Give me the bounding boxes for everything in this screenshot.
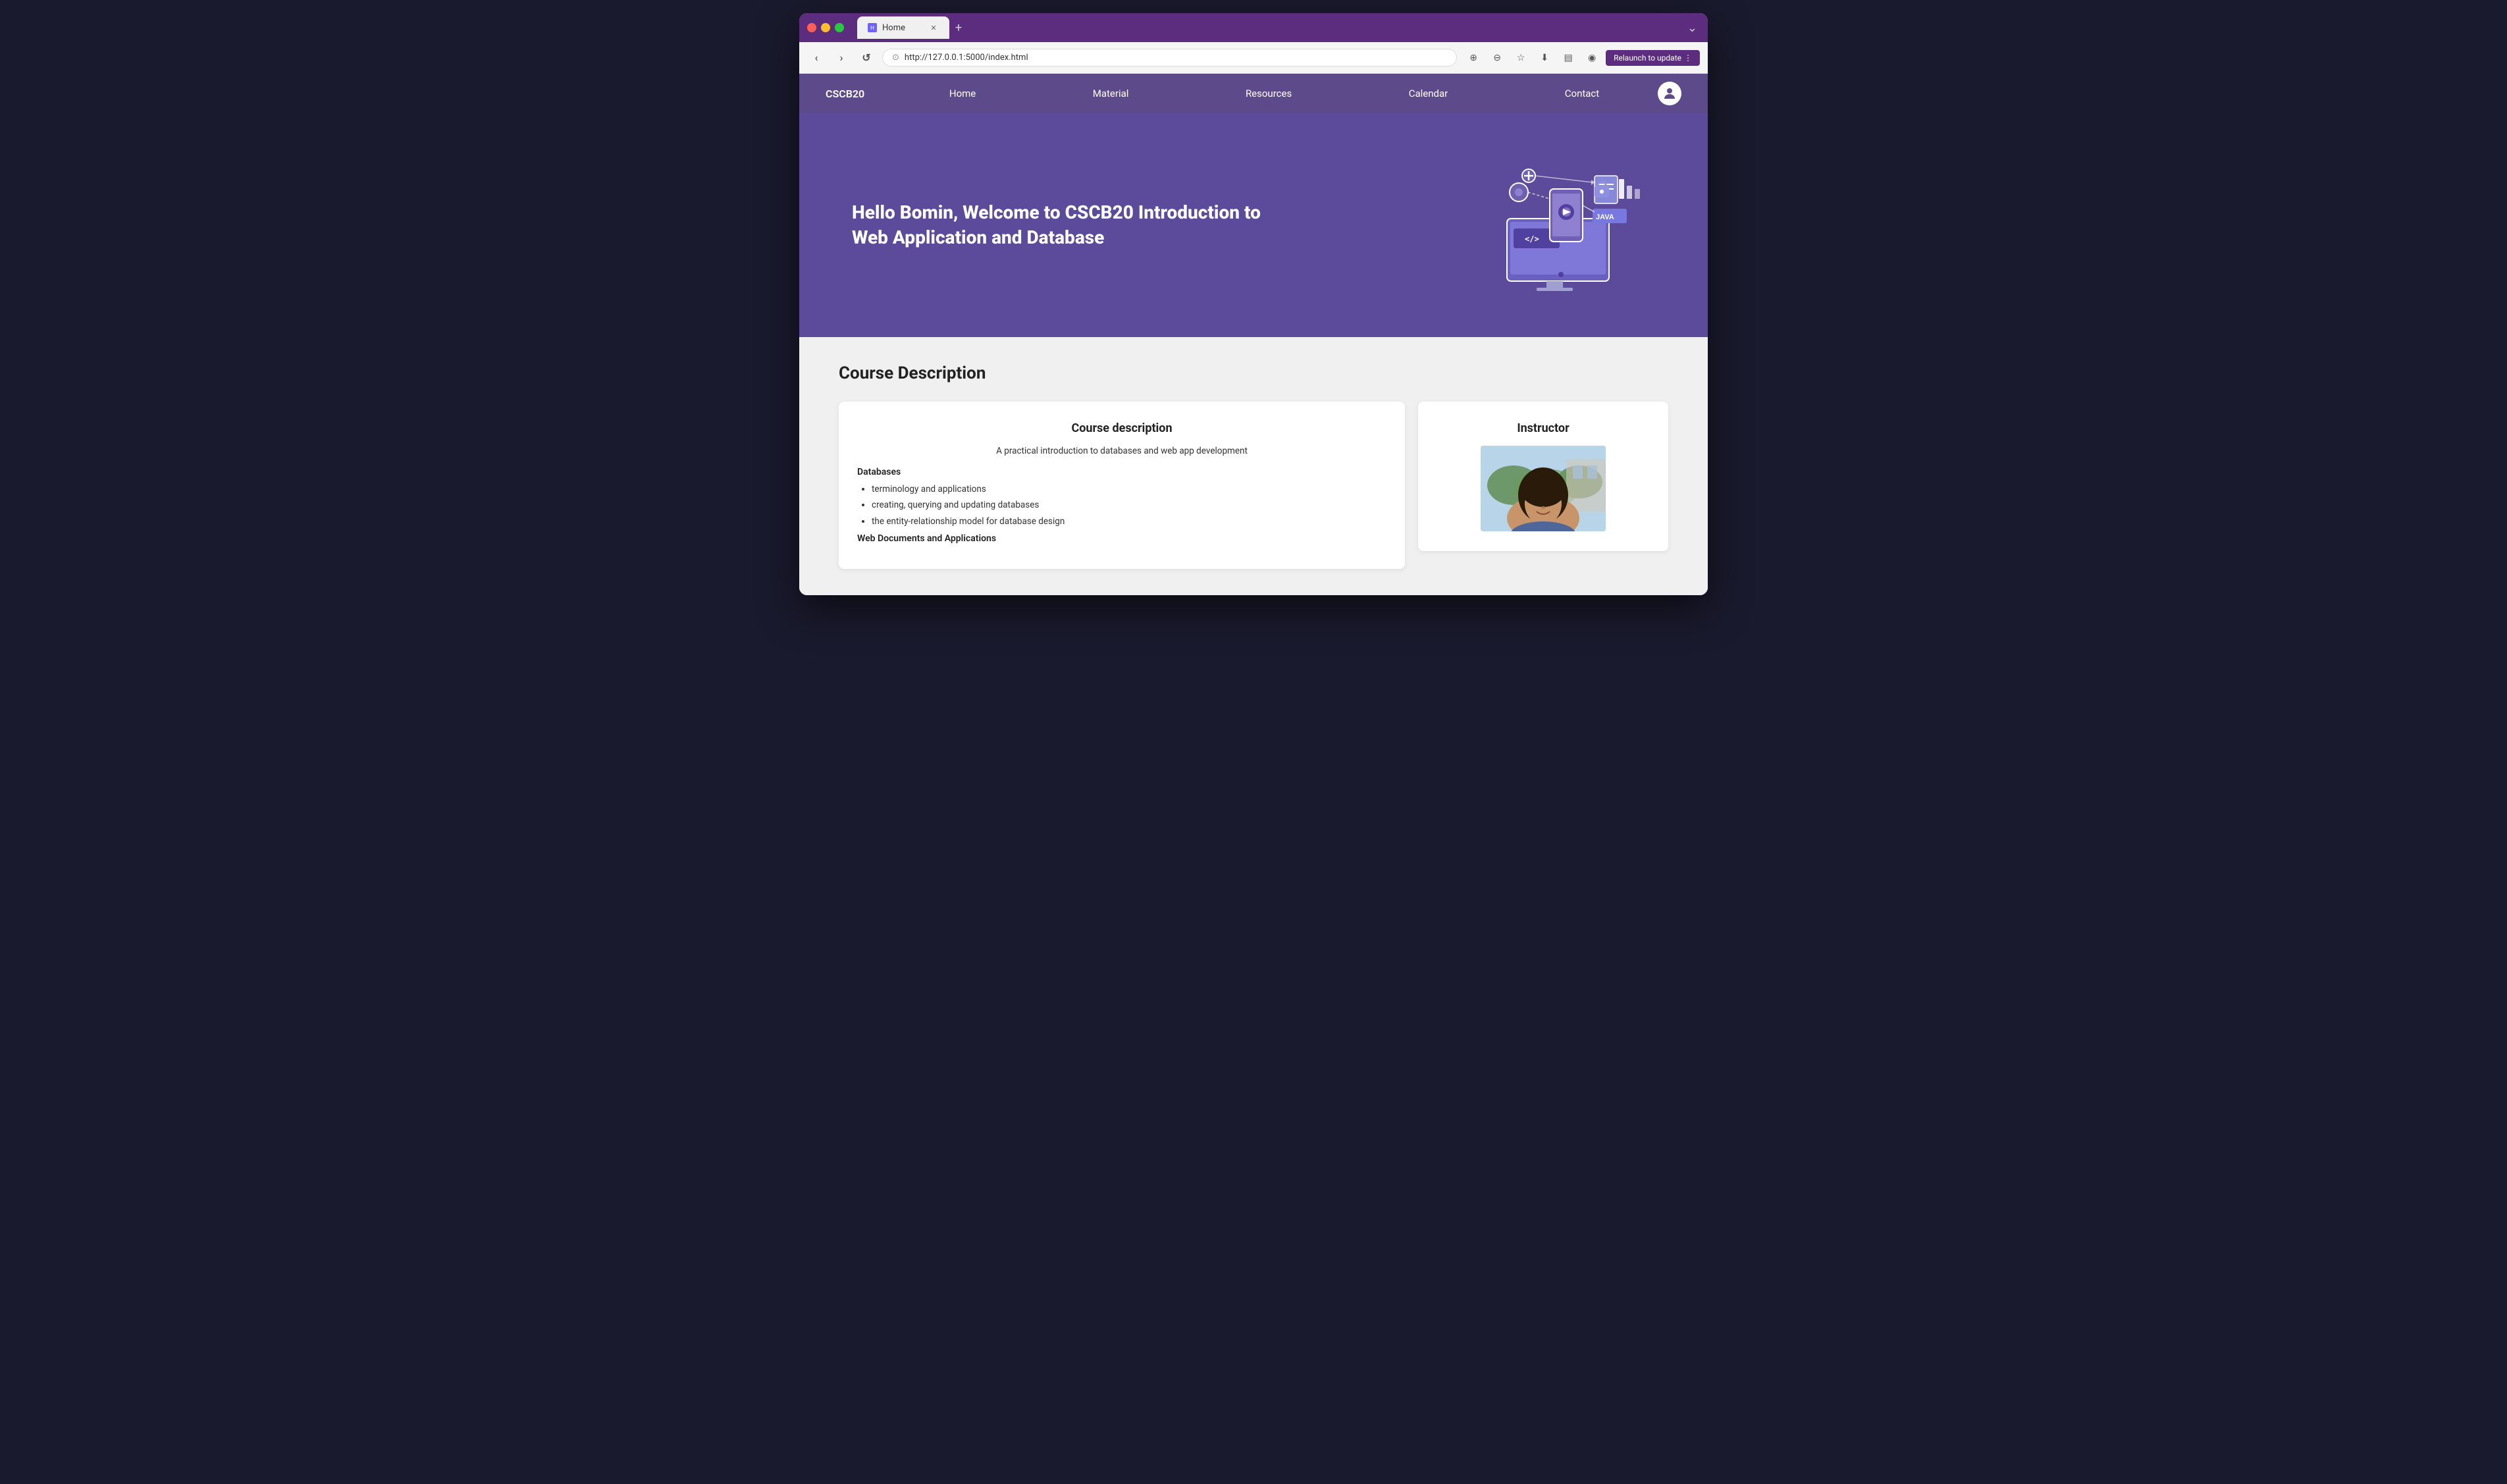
lock-icon: ⊙ xyxy=(892,53,899,63)
browser-actions: ⊕ ⊖ ☆ ⬇ ▤ ◉ Relaunch to update ⋮ xyxy=(1464,48,1700,68)
course-list: terminology and applications creating, q… xyxy=(857,483,1386,528)
tech-illustration-svg: </> JAVA xyxy=(1497,153,1649,291)
tab-bar: H Home ✕ + xyxy=(857,16,1679,39)
tab-favicon: H xyxy=(868,23,877,32)
relaunch-menu-icon: ⋮ xyxy=(1684,53,1692,63)
hero-section: Hello Bomin, Welcome to CSCB20 Introduct… xyxy=(799,113,1708,337)
forward-button[interactable]: › xyxy=(832,49,851,67)
close-button[interactable] xyxy=(807,23,816,32)
save-icon[interactable]: ⬇ xyxy=(1535,48,1554,68)
instructor-photo xyxy=(1481,446,1606,531)
nav-calendar[interactable]: Calendar xyxy=(1409,88,1448,99)
reload-button[interactable]: ↺ xyxy=(857,49,876,67)
content-section: Course Description Course description A … xyxy=(799,337,1708,595)
extensions-icon[interactable]: ⊕ xyxy=(1464,48,1483,68)
minimize-button[interactable] xyxy=(821,23,830,32)
user-avatar[interactable] xyxy=(1658,82,1681,105)
webpage-content: CSCB20 Home Material Resources Calendar … xyxy=(799,74,1708,595)
relaunch-button[interactable]: Relaunch to update ⋮ xyxy=(1606,50,1700,66)
course-list-item: the entity-relationship model for databa… xyxy=(872,515,1386,528)
zoom-icon[interactable]: ⊖ xyxy=(1487,48,1507,68)
course-section2-heading: Web Documents and Applications xyxy=(857,533,1386,544)
cast-icon[interactable]: ▤ xyxy=(1558,48,1578,68)
maximize-button[interactable] xyxy=(835,23,844,32)
nav-contact[interactable]: Contact xyxy=(1565,88,1599,99)
nav-resources[interactable]: Resources xyxy=(1246,88,1292,99)
cards-row: Course description A practical introduct… xyxy=(839,402,1668,569)
traffic-lights xyxy=(807,23,844,32)
course-card-title: Course description xyxy=(857,421,1386,435)
profile-icon[interactable]: ◉ xyxy=(1582,48,1602,68)
nav-home[interactable]: Home xyxy=(949,88,976,99)
tab-close-button[interactable]: ✕ xyxy=(928,22,939,33)
course-section1-heading: Databases xyxy=(857,467,1386,477)
site-logo[interactable]: CSCB20 xyxy=(826,88,864,100)
course-list-item: terminology and applications xyxy=(872,483,1386,496)
hero-text: Hello Bomin, Welcome to CSCB20 Introduct… xyxy=(852,200,1301,250)
svg-text:JAVA: JAVA xyxy=(1596,213,1614,221)
tab-title: Home xyxy=(882,23,905,33)
back-button[interactable]: ‹ xyxy=(807,49,826,67)
site-nav: CSCB20 Home Material Resources Calendar … xyxy=(799,74,1708,113)
active-tab[interactable]: H Home ✕ xyxy=(857,16,949,39)
course-description-heading: Course Description xyxy=(839,363,1668,383)
tab-dropdown-button[interactable]: ⌄ xyxy=(1685,18,1700,38)
url-bar[interactable]: ⊙ http://127.0.0.1:5000/index.html xyxy=(882,49,1457,66)
relaunch-label: Relaunch to update xyxy=(1614,53,1681,63)
hero-illustration: </> JAVA xyxy=(1497,153,1668,298)
course-card-subtitle: A practical introduction to databases an… xyxy=(857,446,1386,456)
nav-links: Home Material Resources Calendar Contact xyxy=(891,88,1658,99)
course-list-item: creating, querying and updating database… xyxy=(872,498,1386,512)
nav-material[interactable]: Material xyxy=(1093,88,1129,99)
url-text: http://127.0.0.1:5000/index.html xyxy=(905,53,1028,63)
instructor-card: Instructor xyxy=(1418,402,1668,551)
bookmark-icon[interactable]: ☆ xyxy=(1511,48,1531,68)
browser-window: H Home ✕ + ⌄ ‹ › ↺ ⊙ http://127.0.0.1:50… xyxy=(799,13,1708,595)
new-tab-button[interactable]: + xyxy=(949,18,968,37)
course-description-card: Course description A practical introduct… xyxy=(839,402,1405,569)
title-bar: H Home ✕ + ⌄ xyxy=(799,13,1708,42)
address-bar: ‹ › ↺ ⊙ http://127.0.0.1:5000/index.html… xyxy=(799,42,1708,74)
instructor-card-title: Instructor xyxy=(1437,421,1650,435)
hero-title: Hello Bomin, Welcome to CSCB20 Introduct… xyxy=(852,200,1301,250)
svg-text:</>: </> xyxy=(1525,234,1539,244)
